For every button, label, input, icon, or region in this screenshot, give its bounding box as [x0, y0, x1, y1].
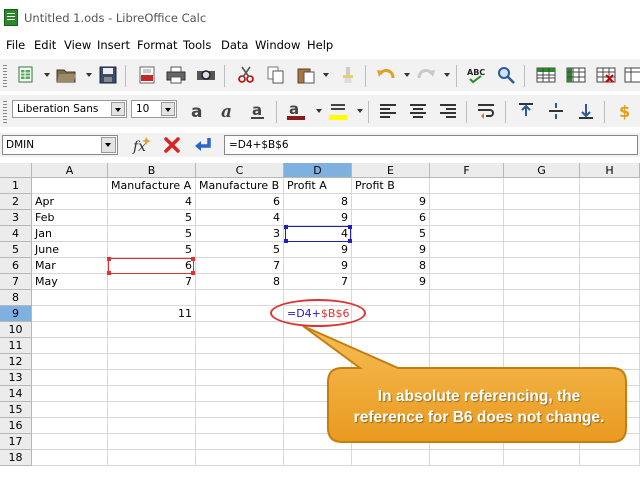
- formula-highlight-ellipse: [270, 299, 366, 327]
- callout-line-1: In absolute referencing, the: [377, 388, 581, 405]
- callout-text: In absolute referencing, the reference f…: [334, 386, 624, 428]
- callout-line-2: reference for B6 does not change.: [353, 409, 605, 426]
